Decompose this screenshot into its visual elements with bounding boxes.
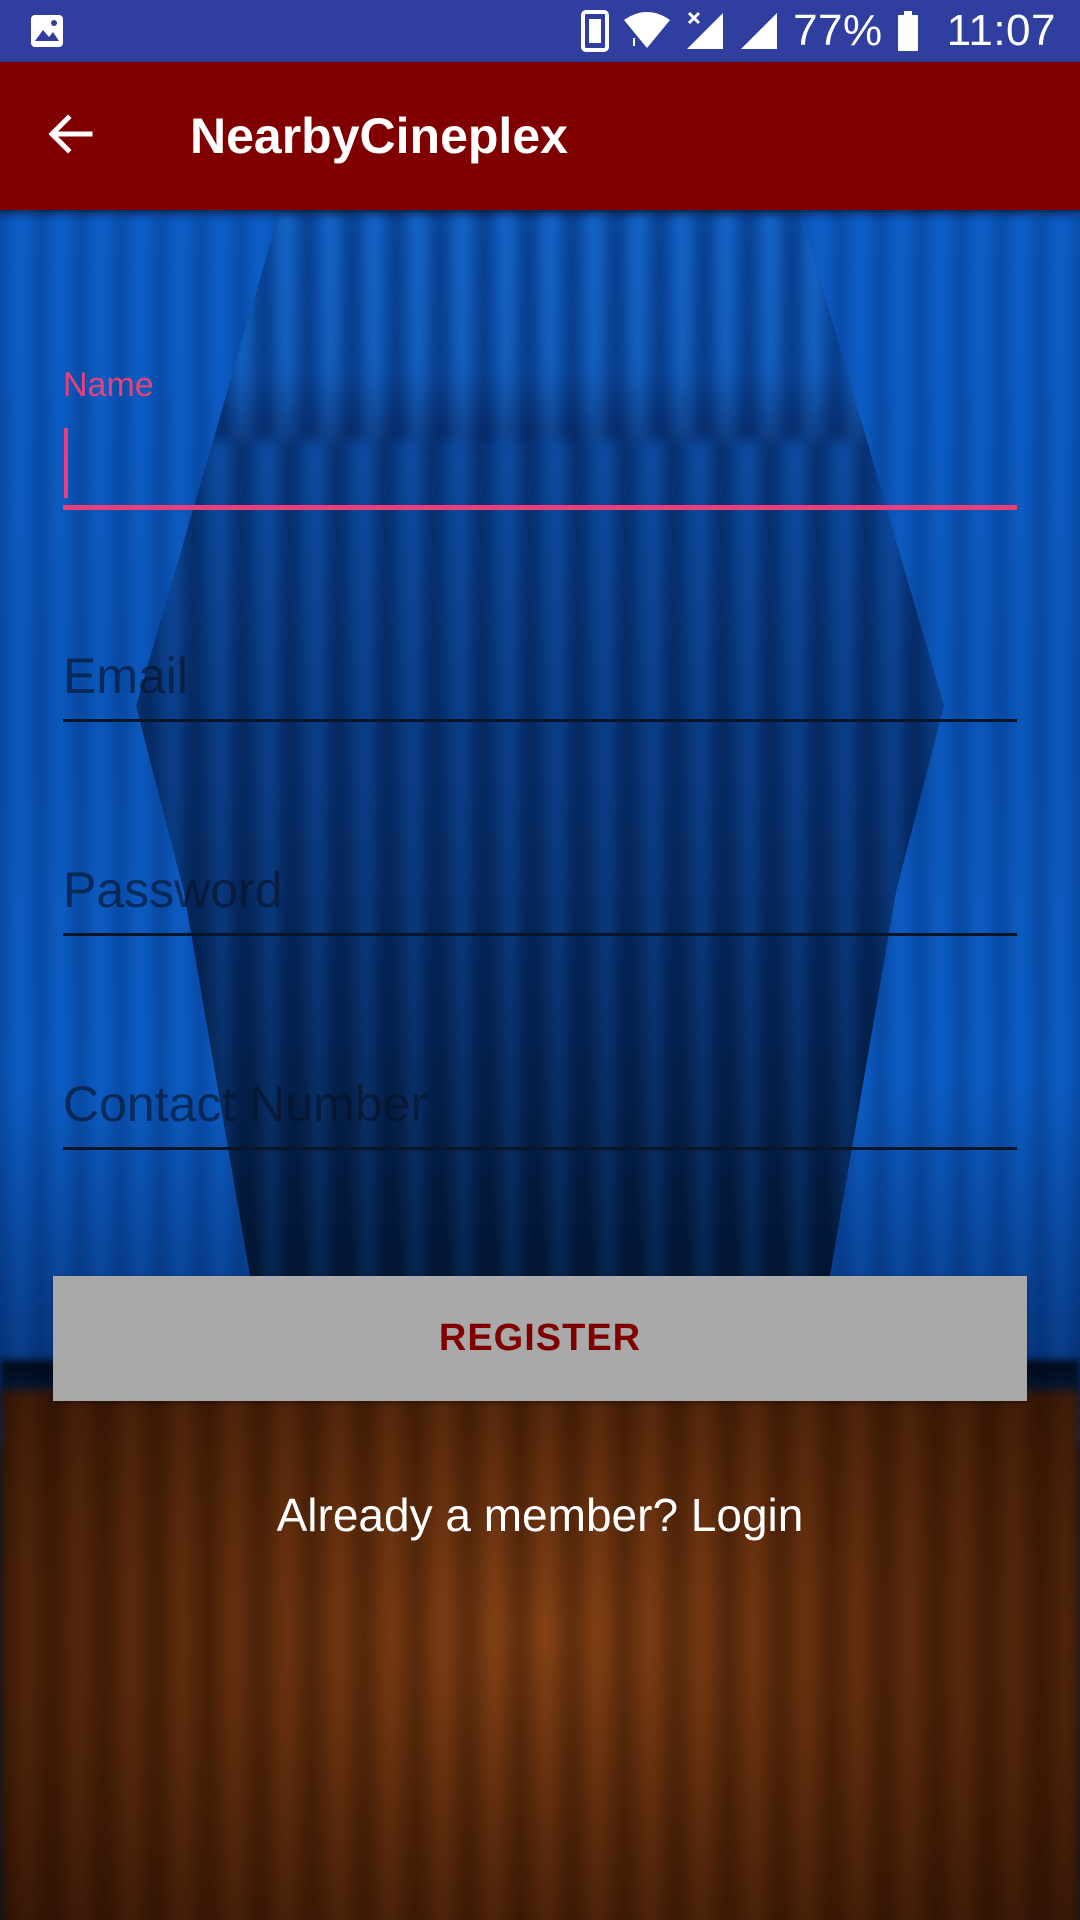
register-button[interactable]: REGISTER — [53, 1276, 1027, 1401]
contact-number-field[interactable] — [63, 1064, 1017, 1144]
register-form: Name REGISTER Already a member? Login — [0, 0, 1080, 1920]
email-field-underline — [63, 719, 1017, 722]
login-link[interactable]: Already a member? Login — [0, 1488, 1080, 1542]
name-field[interactable] — [63, 426, 1017, 506]
password-field-underline — [63, 933, 1017, 936]
password-field[interactable] — [63, 850, 1017, 930]
text-cursor — [64, 428, 68, 498]
email-field[interactable] — [63, 636, 1017, 716]
name-field-label: Name — [63, 366, 154, 404]
name-field-underline — [63, 505, 1017, 510]
contact-number-field-underline — [63, 1147, 1017, 1150]
